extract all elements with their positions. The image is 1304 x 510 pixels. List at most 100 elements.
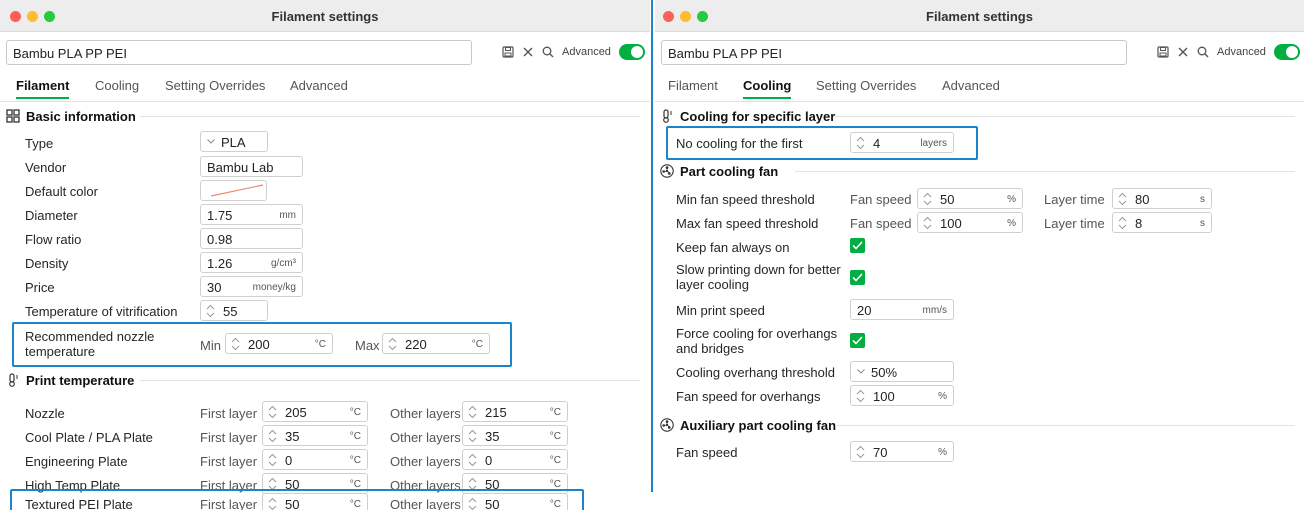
- tab-filament[interactable]: Filament: [16, 78, 70, 99]
- fan-icon: [660, 164, 674, 178]
- thermometer-icon: [663, 109, 672, 123]
- close-icon[interactable]: [522, 46, 534, 58]
- flow-ratio-field[interactable]: 0.98: [200, 228, 303, 249]
- title-bar: Filament settings: [0, 0, 650, 32]
- engineering-plate-row-label: Engineering Plate: [25, 454, 128, 469]
- textured-first-stepper[interactable]: 50 °C: [262, 493, 368, 510]
- force-cooling-label: Force cooling for overhangs and bridges: [676, 326, 838, 356]
- spin-arrows-icon: [856, 389, 865, 403]
- fan-speed-label: Fan speed: [850, 192, 912, 207]
- no-cooling-stepper[interactable]: 4 layers: [850, 132, 954, 153]
- close-icon[interactable]: [1177, 46, 1189, 58]
- type-select[interactable]: PLA: [200, 131, 268, 152]
- cool-plate-other-stepper[interactable]: 35 °C: [462, 425, 568, 446]
- chevron-down-icon: [207, 139, 215, 144]
- search-icon[interactable]: [1197, 46, 1209, 58]
- check-icon: [852, 273, 863, 282]
- spin-arrows-icon: [1118, 192, 1127, 206]
- spin-arrows-icon: [268, 497, 277, 510]
- spin-arrows-icon: [468, 429, 477, 443]
- min-fan-speed-stepper[interactable]: 50%: [917, 188, 1023, 209]
- tab-setting-overrides[interactable]: Setting Overrides: [165, 78, 265, 93]
- nozzle-other-stepper[interactable]: 215 °C: [462, 401, 568, 422]
- overhang-threshold-select[interactable]: 50%: [850, 361, 954, 382]
- spin-arrows-icon: [856, 136, 865, 150]
- max-fan-threshold-label: Max fan speed threshold: [676, 216, 819, 231]
- other-layers-label: Other layers: [390, 430, 461, 445]
- fan-icon: [660, 418, 674, 432]
- window-title: Filament settings: [926, 9, 1033, 24]
- save-icon[interactable]: [1157, 46, 1169, 58]
- overhang-fan-speed-label: Fan speed for overhangs: [676, 389, 821, 404]
- check-icon: [852, 241, 863, 250]
- section-auxiliary-fan: Auxiliary part cooling fan: [660, 416, 836, 434]
- density-label: Density: [25, 256, 69, 271]
- vendor-field[interactable]: Bambu Lab: [200, 156, 303, 177]
- density-field[interactable]: 1.26 g/cm³: [200, 252, 303, 273]
- preset-name-combo[interactable]: Bambu PLA PP PEI: [661, 40, 1127, 65]
- force-cooling-checkbox[interactable]: [850, 333, 865, 348]
- min-fan-threshold-label: Min fan speed threshold: [676, 192, 815, 207]
- min-print-speed-label: Min print speed: [676, 303, 765, 318]
- max-fan-speed-stepper[interactable]: 100%: [917, 212, 1023, 233]
- advanced-toggle[interactable]: [618, 44, 645, 60]
- layer-time-label: Layer time: [1044, 192, 1105, 207]
- slow-printing-label: Slow printing down for better layer cool…: [676, 262, 841, 292]
- tab-advanced[interactable]: Advanced: [942, 78, 1000, 93]
- spin-arrows-icon: [268, 405, 277, 419]
- tab-cooling[interactable]: Cooling: [743, 78, 792, 99]
- vitrification-label: Temperature of vitrification: [25, 304, 178, 319]
- engineering-other-stepper[interactable]: 0 °C: [462, 449, 568, 470]
- nozzle-first-stepper[interactable]: 205 °C: [262, 401, 368, 422]
- section-print-temperature: Print temperature: [6, 371, 134, 389]
- advanced-label: Advanced: [562, 46, 611, 58]
- other-layers-label: Other layers: [390, 454, 461, 469]
- spin-arrows-icon: [468, 405, 477, 419]
- save-icon[interactable]: [502, 46, 514, 58]
- keep-fan-on-checkbox[interactable]: [850, 238, 865, 253]
- price-label: Price: [25, 280, 55, 295]
- layer-time-label: Layer time: [1044, 216, 1105, 231]
- max-layer-time-stepper[interactable]: 8s: [1112, 212, 1212, 233]
- tab-setting-overrides[interactable]: Setting Overrides: [816, 78, 916, 93]
- vitrification-stepper[interactable]: 55: [200, 300, 268, 321]
- nozzle-row-label: Nozzle: [25, 406, 65, 421]
- other-layers-label: Other layers: [390, 497, 461, 510]
- spin-arrows-icon: [468, 497, 477, 510]
- check-icon: [852, 336, 863, 345]
- section-part-cooling-fan: Part cooling fan: [660, 162, 778, 180]
- section-basic-information: Basic information: [6, 107, 136, 125]
- default-color-picker[interactable]: [200, 180, 267, 201]
- overhang-fan-speed-stepper[interactable]: 100%: [850, 385, 954, 406]
- min-layer-time-stepper[interactable]: 80 s: [1112, 188, 1212, 209]
- spin-arrows-icon: [923, 216, 932, 230]
- spin-arrows-icon: [268, 429, 277, 443]
- nozzle-max-stepper[interactable]: 220 °C: [382, 333, 490, 354]
- spin-arrows-icon: [923, 192, 932, 206]
- tab-advanced[interactable]: Advanced: [290, 78, 348, 93]
- tab-filament[interactable]: Filament: [668, 78, 718, 93]
- filament-settings-window-right: Filament settings Bambu PLA PP PEI Advan…: [655, 0, 1304, 510]
- slow-printing-checkbox[interactable]: [850, 270, 865, 285]
- no-cooling-label: No cooling for the first: [676, 136, 803, 151]
- search-icon[interactable]: [542, 46, 554, 58]
- aux-fan-speed-stepper[interactable]: 70%: [850, 441, 954, 462]
- advanced-toggle[interactable]: [1273, 44, 1300, 60]
- section-title: Cooling for specific layer: [680, 108, 836, 124]
- section-title: Basic information: [26, 108, 136, 124]
- spin-arrows-icon: [388, 337, 397, 351]
- section-title: Auxiliary part cooling fan: [680, 417, 837, 433]
- default-color-label: Default color: [25, 184, 98, 199]
- spin-arrows-icon: [468, 453, 477, 467]
- price-field[interactable]: 30 money/kg: [200, 276, 303, 297]
- preset-name-combo[interactable]: Bambu PLA PP PEI: [6, 40, 472, 65]
- diameter-field[interactable]: 1.75 mm: [200, 204, 303, 225]
- cool-plate-first-stepper[interactable]: 35 °C: [262, 425, 368, 446]
- textured-other-stepper[interactable]: 50 °C: [462, 493, 568, 510]
- engineering-first-stepper[interactable]: 0 °C: [262, 449, 368, 470]
- first-layer-label: First layer: [200, 497, 258, 510]
- nozzle-min-stepper[interactable]: 200 °C: [225, 333, 333, 354]
- thermometer-icon: [9, 373, 18, 387]
- tab-cooling[interactable]: Cooling: [95, 78, 139, 93]
- min-print-speed-field[interactable]: 20 mm/s: [850, 299, 954, 320]
